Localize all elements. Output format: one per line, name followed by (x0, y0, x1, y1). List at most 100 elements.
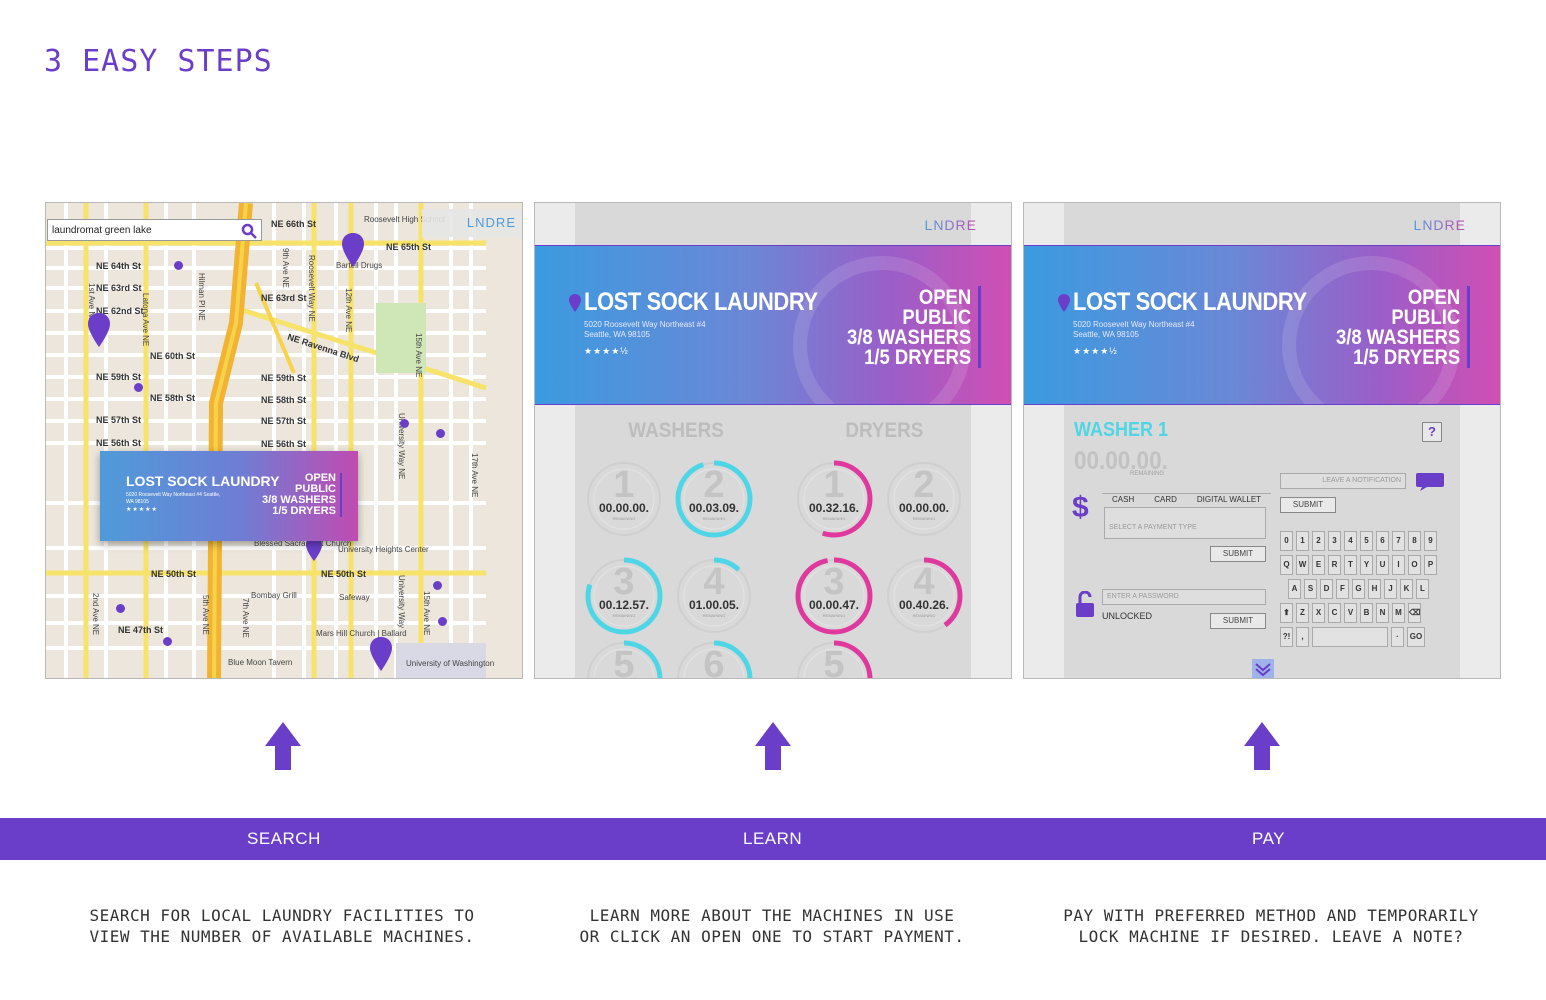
keyboard-key[interactable]: R (1328, 555, 1341, 575)
map-street-label: 15th Ave NE (422, 591, 431, 636)
keyboard-key[interactable]: N (1376, 603, 1389, 623)
keyboard-key[interactable]: 4 (1344, 531, 1357, 551)
keyboard-key[interactable]: C (1328, 603, 1341, 623)
keyboard-key[interactable]: W (1296, 555, 1309, 575)
dryer-dial[interactable]: 4 00.40.26. REMAINING (883, 555, 965, 637)
dryer-dial[interactable]: 3 00.00.47. REMAINING (793, 555, 875, 637)
keyboard-key[interactable]: Y (1360, 555, 1373, 575)
keyboard-key[interactable]: 3 (1328, 531, 1341, 551)
laundromat-marker[interactable] (174, 261, 183, 270)
keyboard-key[interactable]: , (1296, 627, 1309, 647)
search-icon[interactable] (241, 223, 257, 239)
map-street-label: NE 58th St (261, 395, 307, 405)
help-button[interactable]: ? (1422, 422, 1442, 442)
keyboard-key[interactable]: 5 (1360, 531, 1373, 551)
keyboard-key[interactable]: 6 (1376, 531, 1389, 551)
keyboard-key[interactable]: 7 (1392, 531, 1405, 551)
keyboard-key[interactable]: P (1424, 555, 1437, 575)
keyboard-key[interactable]: · (1391, 627, 1404, 647)
keyboard-key[interactable]: 9 (1424, 531, 1437, 551)
laundromat-marker[interactable] (400, 419, 409, 428)
laundromat-marker[interactable] (163, 637, 172, 646)
keyboard-key[interactable]: ?! (1280, 627, 1293, 647)
keyboard-key[interactable]: E (1312, 555, 1325, 575)
chevron-down-icon[interactable] (1252, 659, 1274, 679)
dryer-dial[interactable]: 2 00.00.00. REMAINING (883, 458, 965, 540)
step-caption-pay: PAY WITH PREFERRED METHOD AND TEMPORARIL… (1016, 905, 1526, 947)
notification-submit-button[interactable]: SUBMIT (1280, 497, 1336, 513)
keyboard-key[interactable]: X (1312, 603, 1325, 623)
washer-dial[interactable]: 4 01.00.05. REMAINING (673, 555, 755, 637)
keyboard-key[interactable]: S (1304, 579, 1317, 599)
message-bubble-icon[interactable] (1416, 473, 1444, 491)
facility-preview-card[interactable]: LOST SOCK LAUNDRY 5020 Roosevelt Way Nor… (100, 451, 358, 541)
map-street-label: NE 58th St (150, 393, 196, 403)
status-dryers: 1/5 DRYERS (863, 346, 971, 369)
search-input[interactable]: laundromat green lake (47, 219, 262, 241)
keyboard-key[interactable]: G (1352, 579, 1365, 599)
map-street-label: Roosevelt Way NE (307, 255, 316, 322)
facility-address: 5020 Roosevelt Way Northeast #4 Seattle,… (1073, 320, 1195, 340)
laundromat-marker[interactable] (116, 604, 125, 613)
payment-type-field[interactable]: SELECT A PAYMENT TYPE (1104, 507, 1266, 539)
laundromat-marker[interactable] (436, 429, 445, 438)
keyboard-row: QWERTYUIOP (1280, 555, 1444, 575)
tab-digital-wallet[interactable]: DIGITAL WALLET (1186, 493, 1272, 505)
payment-submit-button[interactable]: SUBMIT (1210, 546, 1266, 562)
laundromat-marker[interactable] (433, 581, 442, 590)
lock-submit-button[interactable]: SUBMIT (1210, 613, 1266, 629)
washer-dial[interactable]: 6 (673, 638, 755, 678)
dryer-dial[interactable]: 5 (793, 638, 875, 678)
keyboard-key[interactable]: 2 (1312, 531, 1325, 551)
facility-name: LOST SOCK LAUNDRY (126, 473, 280, 489)
keyboard-key[interactable]: M (1392, 603, 1405, 623)
app-logo[interactable]: LNDRE (925, 217, 977, 233)
unlocked-padlock-icon[interactable] (1076, 591, 1094, 617)
keyboard-key[interactable]: ⬆ (1280, 603, 1293, 623)
keyboard-key[interactable]: V (1344, 603, 1357, 623)
keyboard-key[interactable]: H (1368, 579, 1381, 599)
keyboard-key[interactable]: Z (1296, 603, 1309, 623)
keyboard-key[interactable]: 1 (1296, 531, 1309, 551)
keyboard-key[interactable]: Q (1280, 555, 1293, 575)
map-pin-icon[interactable] (88, 313, 110, 347)
keyboard-key[interactable]: I (1392, 555, 1405, 575)
facility-rating: ★★★★½ (584, 346, 629, 356)
keyboard-key[interactable]: L (1416, 579, 1429, 599)
step-caption-search: SEARCH FOR LOCAL LAUNDRY FACILITIES TO V… (40, 905, 524, 947)
keyboard-space-key[interactable] (1312, 627, 1388, 647)
app-logo[interactable]: LNDRE (1414, 217, 1466, 233)
washer-dial[interactable]: 1 00.00.00. REMAINING (583, 458, 665, 540)
facility-status: OPEN PUBLIC 3/8 WASHERS 1/5 DRYERS (1336, 287, 1460, 368)
keyboard-key[interactable]: K (1400, 579, 1413, 599)
app-logo[interactable]: LNDRE (467, 215, 516, 230)
keyboard-key[interactable]: B (1360, 603, 1373, 623)
notification-field[interactable]: LEAVE A NOTIFICATION (1280, 473, 1406, 489)
laundromat-marker[interactable] (134, 383, 143, 392)
keyboard-key[interactable]: A (1288, 579, 1301, 599)
map-pin-icon[interactable] (342, 233, 364, 267)
keyboard-key[interactable]: D (1320, 579, 1333, 599)
tab-card[interactable]: CARD (1144, 493, 1187, 505)
washer-dial[interactable]: 5 (583, 638, 665, 678)
keyboard-key[interactable]: T (1344, 555, 1357, 575)
keyboard-key[interactable]: 0 (1280, 531, 1293, 551)
keyboard-key[interactable]: O (1408, 555, 1421, 575)
tab-cash[interactable]: CASH (1102, 493, 1145, 505)
keyboard-key[interactable]: J (1384, 579, 1397, 599)
laundromat-marker[interactable] (438, 617, 447, 626)
map-street-label: NE 60th St (150, 351, 196, 361)
map-pin-icon[interactable] (370, 637, 392, 671)
keyboard-key[interactable]: U (1376, 555, 1389, 575)
map-street-label: 2nd Ave NE (91, 593, 100, 636)
dryer-dial[interactable]: 1 00.32.16. REMAINING (793, 458, 875, 540)
washer-time: 00.03.09. (688, 501, 740, 515)
map-street-label: 17th Ave NE (470, 453, 479, 498)
keyboard-key[interactable]: GO (1407, 627, 1425, 647)
keyboard-key[interactable]: F (1336, 579, 1349, 599)
washer-dial[interactable]: 2 00.03.09. REMAINING (673, 458, 755, 540)
washer-dial[interactable]: 3 00.12.57. REMAINING (583, 555, 665, 637)
keyboard-key[interactable]: 8 (1408, 531, 1421, 551)
password-field[interactable]: ENTER A PASSWORD (1102, 589, 1266, 605)
keyboard-key[interactable]: ⌫ (1408, 603, 1421, 623)
